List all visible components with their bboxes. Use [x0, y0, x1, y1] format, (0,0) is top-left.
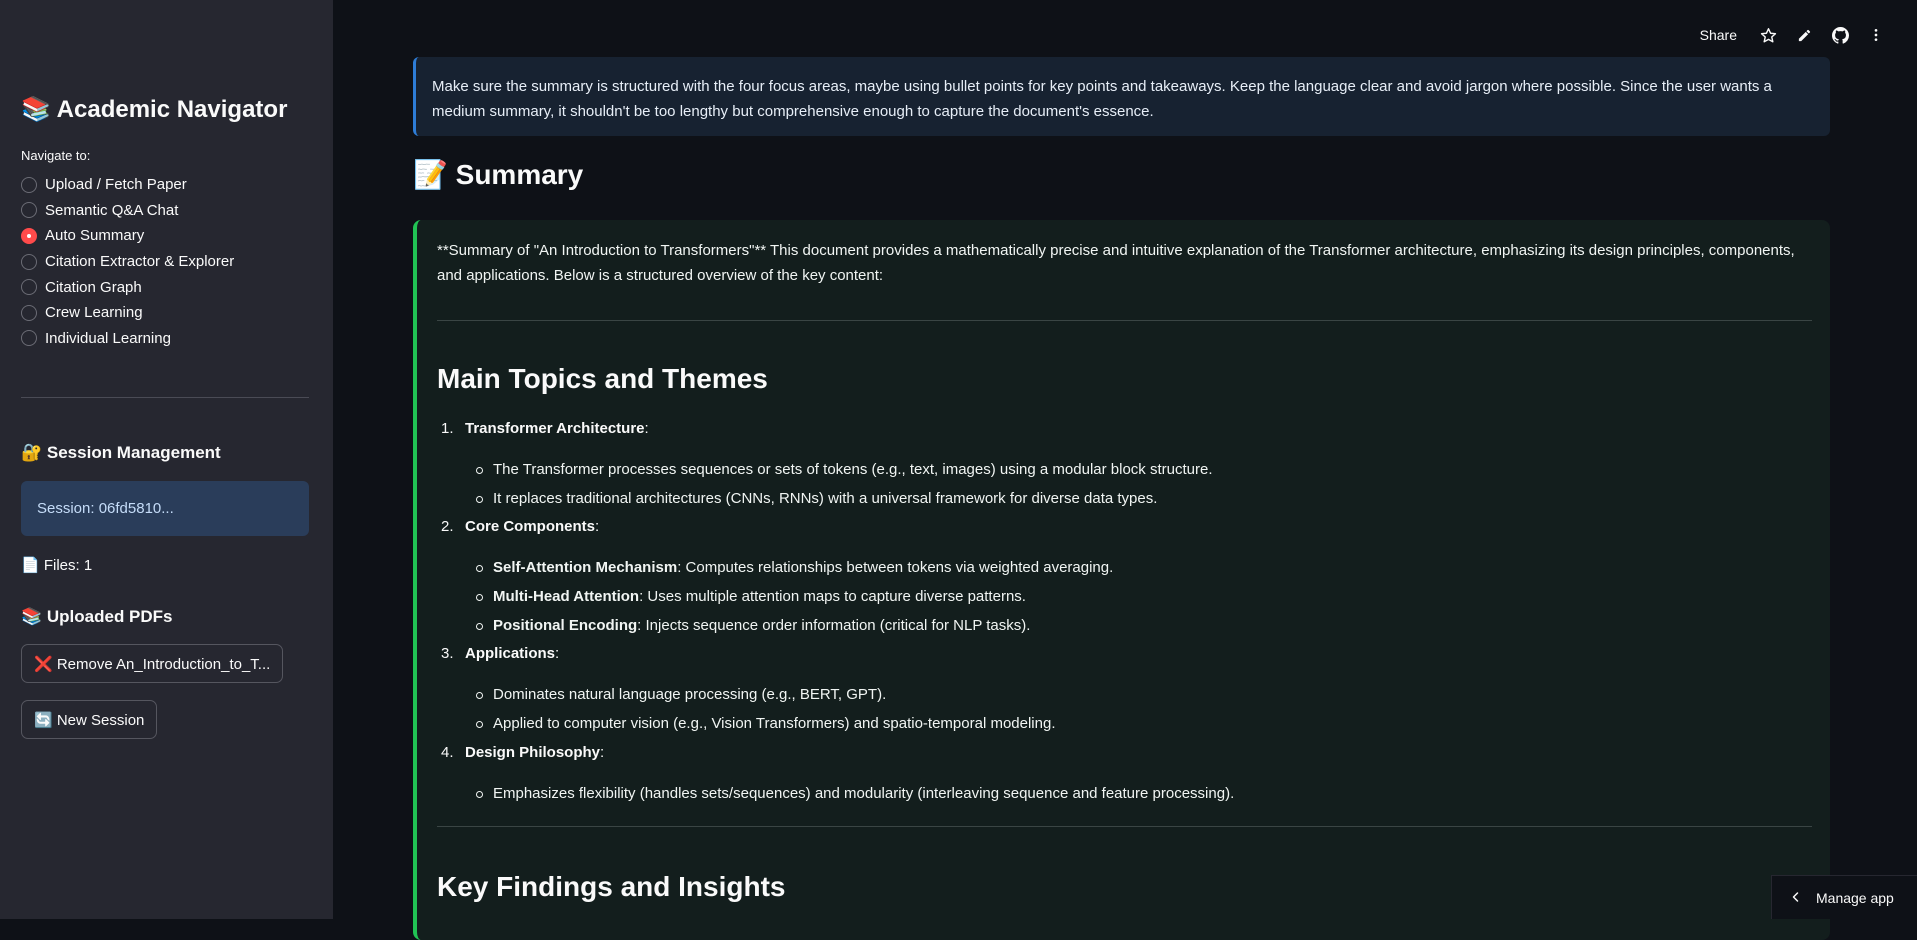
- nav-item-label: Citation Graph: [45, 279, 142, 296]
- key-findings-heading: Key Findings and Insights: [437, 871, 1812, 903]
- list-item-text: It replaces traditional architectures (C…: [493, 490, 1157, 507]
- nav-item-individual-learning[interactable]: Individual Learning: [21, 326, 234, 352]
- topic-title: Design Philosophy: [465, 744, 600, 761]
- list-item-term: Self-Attention Mechanism: [493, 559, 677, 576]
- list-item-text: The Transformer processes sequences or s…: [493, 461, 1213, 478]
- star-icon[interactable]: [1757, 24, 1779, 46]
- list-item-text: : Injects sequence order information (cr…: [637, 617, 1030, 634]
- list-item: Applied to computer vision (e.g., Vision…: [493, 712, 1812, 741]
- list-item-text: Applied to computer vision (e.g., Vision…: [493, 715, 1056, 732]
- github-icon[interactable]: [1829, 24, 1851, 46]
- navigate-label: Navigate to:: [21, 148, 90, 163]
- list-item-text: : Uses multiple attention maps to captur…: [639, 588, 1026, 605]
- radio-button[interactable]: [21, 202, 37, 218]
- nav-item-semantic-qa-chat[interactable]: Semantic Q&A Chat: [21, 198, 234, 224]
- nav-item-crew-learning[interactable]: Crew Learning: [21, 300, 234, 326]
- list-item: Self-Attention Mechanism: Computes relat…: [493, 556, 1812, 585]
- sidebar: 📚 Academic Navigator Navigate to: Upload…: [0, 0, 333, 919]
- radio-button-selected[interactable]: [21, 228, 37, 244]
- radio-button[interactable]: [21, 305, 37, 321]
- summary-intro: **Summary of "An Introduction to Transfo…: [437, 238, 1812, 288]
- nav-item-label: Crew Learning: [45, 304, 143, 321]
- list-item: It replaces traditional architectures (C…: [493, 487, 1812, 516]
- summary-heading: 📝 Summary: [413, 158, 583, 191]
- topic-title: Transformer Architecture: [465, 420, 645, 437]
- topics-list: 1.Transformer Architecture: The Transfor…: [437, 417, 1812, 811]
- list-item-text: Dominates natural language processing (e…: [493, 686, 886, 703]
- share-button[interactable]: Share: [1700, 27, 1737, 43]
- topic-item: 4.Design Philosophy: Emphasizes flexibil…: [437, 741, 1812, 811]
- topic-item: 2.Core Components: Self-Attention Mechan…: [437, 515, 1812, 642]
- list-item-text: Emphasizes flexibility (handles sets/seq…: [493, 785, 1234, 802]
- nav-item-label: Semantic Q&A Chat: [45, 202, 178, 219]
- summary-divider: [437, 320, 1812, 321]
- new-session-button[interactable]: 🔄 New Session: [21, 700, 157, 739]
- topic-number: 1.: [441, 417, 454, 441]
- topic-sublist: Emphasizes flexibility (handles sets/seq…: [437, 782, 1812, 811]
- nav-item-label: Citation Extractor & Explorer: [45, 253, 234, 270]
- list-item: Dominates natural language processing (e…: [493, 683, 1812, 712]
- topic-title: Core Components: [465, 518, 595, 535]
- nav-radio-group: Upload / Fetch Paper Semantic Q&A Chat A…: [21, 172, 234, 351]
- topic-heading: 1.Transformer Architecture:: [437, 417, 1812, 441]
- sidebar-title: 📚 Academic Navigator: [21, 95, 287, 124]
- nav-item-auto-summary[interactable]: Auto Summary: [21, 223, 234, 249]
- list-item-text: : Computes relationships between tokens …: [677, 559, 1113, 576]
- nav-item-label: Upload / Fetch Paper: [45, 176, 187, 193]
- more-vert-icon[interactable]: [1865, 24, 1887, 46]
- topic-item: 3.Applications: Dominates natural langua…: [437, 642, 1812, 740]
- topic-heading: 2.Core Components:: [437, 515, 1812, 539]
- list-item: The Transformer processes sequences or s…: [493, 458, 1812, 487]
- uploaded-pdfs-heading: 📚 Uploaded PDFs: [21, 607, 173, 627]
- session-management-heading: 🔐 Session Management: [21, 443, 221, 463]
- edit-icon[interactable]: [1793, 24, 1815, 46]
- chevron-left-icon: [1790, 890, 1802, 906]
- topic-number: 4.: [441, 741, 454, 765]
- nav-item-citation-graph[interactable]: Citation Graph: [21, 274, 234, 300]
- main-topics-heading: Main Topics and Themes: [437, 365, 1812, 393]
- list-item-term: Multi-Head Attention: [493, 588, 639, 605]
- topic-title: Applications: [465, 645, 555, 662]
- summary-divider: [437, 826, 1812, 827]
- radio-button[interactable]: [21, 330, 37, 346]
- nav-item-citation-extractor[interactable]: Citation Extractor & Explorer: [21, 249, 234, 275]
- topic-sublist: Self-Attention Mechanism: Computes relat…: [437, 556, 1812, 642]
- nav-item-label: Auto Summary: [45, 227, 144, 244]
- session-info-box: Session: 06fd5810...: [21, 481, 309, 536]
- list-item: Emphasizes flexibility (handles sets/seq…: [493, 782, 1812, 811]
- list-item: Multi-Head Attention: Uses multiple atte…: [493, 585, 1812, 614]
- info-callout: Make sure the summary is structured with…: [413, 57, 1830, 136]
- topic-heading: 3.Applications:: [437, 642, 1812, 666]
- list-item-term: Positional Encoding: [493, 617, 637, 634]
- list-item: Positional Encoding: Injects sequence or…: [493, 614, 1812, 643]
- remove-pdf-button[interactable]: ❌ Remove An_Introduction_to_T...: [21, 644, 283, 683]
- radio-button[interactable]: [21, 279, 37, 295]
- manage-app-label: Manage app: [1816, 890, 1894, 906]
- manage-app-button[interactable]: Manage app: [1771, 875, 1917, 919]
- sidebar-divider: [21, 397, 309, 398]
- radio-button[interactable]: [21, 254, 37, 270]
- files-count: 📄 Files: 1: [21, 556, 92, 574]
- nav-item-label: Individual Learning: [45, 330, 171, 347]
- nav-item-upload-fetch-paper[interactable]: Upload / Fetch Paper: [21, 172, 234, 198]
- topic-number: 2.: [441, 515, 454, 539]
- radio-button[interactable]: [21, 177, 37, 193]
- summary-content: **Summary of "An Introduction to Transfo…: [437, 238, 1812, 903]
- summary-success-box: **Summary of "An Introduction to Transfo…: [413, 220, 1830, 940]
- topic-heading: 4.Design Philosophy:: [437, 741, 1812, 765]
- topic-item: 1.Transformer Architecture: The Transfor…: [437, 417, 1812, 515]
- topic-sublist: The Transformer processes sequences or s…: [437, 458, 1812, 515]
- app-toolbar: Share: [1700, 24, 1887, 46]
- topic-number: 3.: [441, 642, 454, 666]
- topic-sublist: Dominates natural language processing (e…: [437, 683, 1812, 740]
